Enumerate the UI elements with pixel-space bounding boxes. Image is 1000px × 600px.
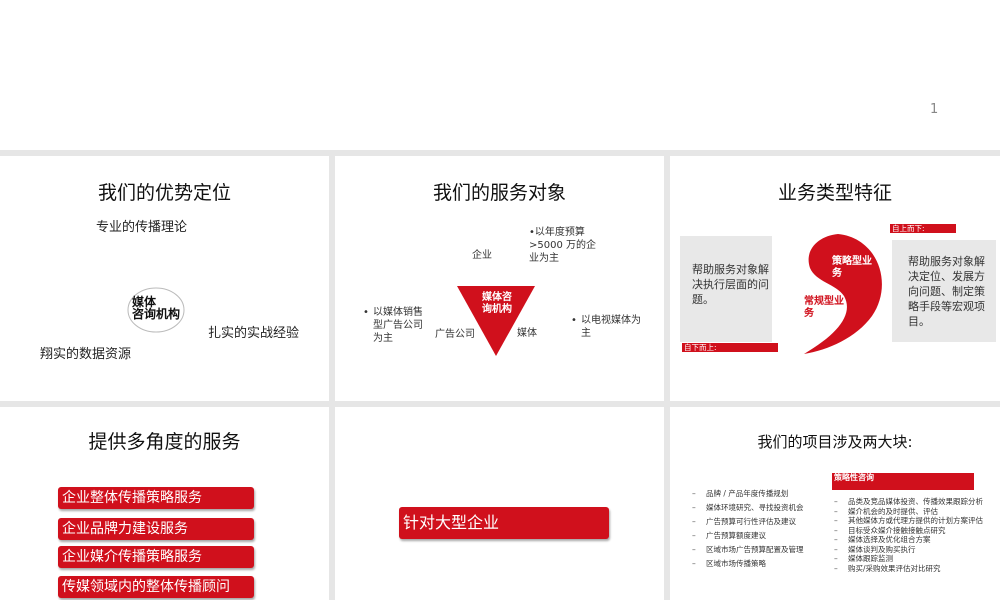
list-item: 其他媒体方或代理方提供的计划方案评估: [834, 516, 984, 526]
slide-service-targets[interactable]: 我们的服务对象 媒体咨 询机构 企业 广告公司 媒体 •以年度预算>5000 万…: [335, 156, 664, 401]
top-down-bar: 自上而下:: [890, 224, 956, 233]
service-item-3: 企业媒介传播策略服务: [58, 546, 254, 568]
bullet: •: [363, 307, 369, 318]
bullet: •: [571, 315, 577, 326]
center-label-line2: 咨询机构: [132, 307, 181, 321]
right-item-list: 品类及竞品媒体投资、传播效果跟踪分析 媒介机会的及时提供、评估 其他媒体方或代理…: [834, 497, 984, 573]
slide-title: 我们的项目涉及两大块:: [757, 433, 913, 451]
swirl-shape: [804, 234, 882, 354]
list-item: 媒体环境研究、寻找投资机会: [692, 501, 832, 515]
list-item: 品牌 / 产品年度传播规划: [692, 487, 832, 501]
item-experience: 扎实的实战经验: [208, 326, 300, 341]
slide-large-enterprises[interactable]: 针对大型企业: [335, 407, 664, 600]
service-item-2: 企业品牌力建设服务: [58, 518, 254, 540]
note-media-text: 以电视媒体为主: [581, 315, 641, 339]
left-text: 帮助服务对象解决执行层面的问题。: [692, 263, 769, 306]
list-item: 目标受众媒介接触接触点研究: [834, 526, 984, 536]
large-enterprise-label: 针对大型企业: [399, 507, 609, 539]
slide-title: 业务类型特征: [777, 182, 892, 204]
label-media: 媒体: [517, 328, 537, 339]
label-enterprise: 企业: [472, 250, 492, 261]
strategic-label: 策略型业务: [832, 256, 872, 279]
center-label: 媒体 咨询机构: [132, 296, 180, 320]
triangle-label: 媒体咨 询机构: [475, 292, 519, 316]
list-item: 媒体选择及优化组合方案: [834, 535, 984, 545]
slide-project-scope[interactable]: 我们的项目涉及两大块: 品牌 / 产品年度传播规划 媒体环境研究、寻找投资机会 …: [670, 407, 1000, 600]
strategy-header: 策略性咨询: [832, 473, 974, 490]
bottom-up-bar: 自下而上:: [682, 343, 778, 352]
list-item: 媒介机会的及时提供、评估: [834, 507, 984, 517]
service-item-4: 传媒领域内的整体传播顾问: [58, 576, 254, 598]
list-item: 广告预算可行性评估及建议: [692, 515, 832, 529]
list-item: 区域市场传播策略: [692, 557, 832, 571]
list-item: 品类及竞品媒体投资、传播效果跟踪分析: [834, 497, 984, 507]
note-enterprise: •以年度预算>5000 万的企业为主: [529, 227, 597, 264]
list-item: 媒体谈判及购买执行: [834, 545, 984, 555]
left-item-list: 品牌 / 产品年度传播规划 媒体环境研究、寻找投资机会 广告预算可行性评估及建议…: [692, 487, 832, 571]
title-slide-area: 1: [0, 0, 1000, 150]
slide-title: 我们的服务对象: [432, 182, 566, 204]
regular-label: 常规型业务: [804, 296, 844, 319]
note-agency: • 以媒体销售型广告公司为主: [363, 306, 425, 345]
slide-title: 我们的优势定位: [97, 182, 231, 204]
item-data: 翔实的数据资源: [40, 347, 132, 362]
page-number: 1: [930, 102, 939, 117]
right-text: 帮助服务对象解决定位、发展方向问题、制定策略手段等宏观项目。: [908, 255, 985, 328]
label-agency: 广告公司: [435, 329, 475, 340]
list-item: 媒体跟踪监测: [834, 554, 984, 564]
triangle-label-line2: 询机构: [482, 304, 512, 315]
slide-multi-angle-services[interactable]: 提供多角度的服务 企业整体传播策略服务 企业品牌力建设服务 企业媒介传播策略服务…: [0, 407, 329, 600]
triangle-label-line1: 媒体咨: [482, 292, 512, 303]
note-agency-text: 以媒体销售型广告公司为主: [373, 307, 423, 344]
slide-advantage-positioning[interactable]: 我们的优势定位 专业的传播理论 媒体 咨询机构 扎实的实战经验 翔实的数据资源: [0, 156, 329, 401]
note-media: • 以电视媒体为主: [571, 314, 643, 340]
service-item-1: 企业整体传播策略服务: [58, 487, 254, 509]
list-item: 购买/采购效果评估对比研究: [834, 564, 984, 574]
item-theory: 专业的传播理论: [96, 220, 188, 235]
slide-business-types[interactable]: 业务类型特征 帮助服务对象解决执行层面的问题。 帮助服务对象解决定位、发展方向问…: [670, 156, 1000, 401]
slide-title: 提供多角度的服务: [88, 431, 241, 453]
list-item: 广告预算额度建议: [692, 529, 832, 543]
list-item: 区域市场广告预算配置及管理: [692, 543, 832, 557]
